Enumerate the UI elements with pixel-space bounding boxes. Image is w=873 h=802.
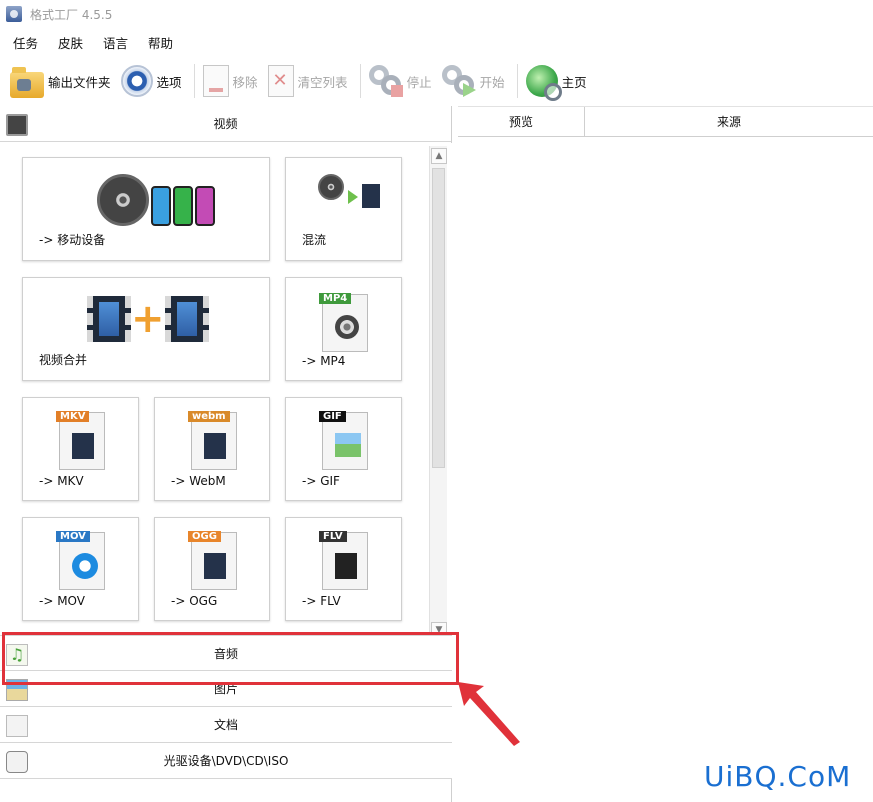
menu-language[interactable]: 语言 — [100, 31, 131, 54]
music-note-icon: ♫ — [6, 644, 28, 666]
video-scrollbar[interactable]: ▲ ▼ — [429, 146, 447, 640]
document-icon — [6, 715, 28, 737]
toolbar-divider — [193, 64, 195, 98]
picture-icon — [6, 679, 28, 701]
tile-mp4[interactable]: MP4 -> MP4 — [285, 277, 402, 381]
tile-mux[interactable]: 混流 — [285, 157, 402, 261]
mkv-file-icon: MKV — [56, 411, 105, 470]
folder-icon — [10, 67, 44, 98]
task-list-header: 预览 来源 — [458, 106, 873, 137]
tile-mov[interactable]: MOV -> MOV — [22, 517, 139, 621]
remove-file-icon — [202, 65, 229, 97]
gear-icon — [120, 65, 153, 97]
column-preview[interactable]: 预览 — [458, 107, 585, 136]
mux-icon — [318, 174, 380, 208]
category-video-header[interactable]: 视频 — [0, 106, 451, 142]
toolbar-divider — [359, 64, 361, 98]
tile-webm[interactable]: webm -> WebM — [154, 397, 270, 501]
disc-drive-icon — [6, 751, 28, 773]
mov-file-icon: MOV — [56, 531, 105, 590]
start-gears-icon — [441, 65, 476, 97]
toolbar-divider — [516, 64, 518, 98]
menu-bar: 任务 皮肤 语言 帮助 — [0, 30, 190, 54]
stop-gears-icon — [368, 65, 403, 97]
category-audio-header[interactable]: ♫ 音频 — [0, 635, 452, 671]
film-merge-icon: + — [87, 296, 209, 345]
menu-help[interactable]: 帮助 — [145, 31, 176, 54]
column-source[interactable]: 来源 — [585, 107, 873, 136]
tile-flv[interactable]: FLV -> FLV — [285, 517, 402, 621]
app-logo-icon — [6, 6, 22, 22]
title-bar: 格式工厂 4.5.5 — [0, 0, 873, 28]
output-folder-button[interactable]: 输出文件夹 — [10, 61, 111, 101]
video-tools-grid: -> 移动设备 混流 + 视频合并 MP4 -> MP4 MKV -> MKV … — [0, 143, 452, 635]
menu-task[interactable]: 任务 — [10, 31, 41, 54]
category-document-header[interactable]: 文档 — [0, 707, 452, 743]
scroll-up-icon[interactable]: ▲ — [431, 148, 447, 164]
webm-file-icon: webm — [188, 411, 237, 470]
video-clapper-icon — [6, 114, 28, 136]
globe-icon — [525, 65, 562, 101]
stop-button[interactable]: 停止 — [368, 61, 432, 101]
category-disc-header[interactable]: 光驱设备\DVD\CD\ISO — [0, 743, 452, 779]
tile-ogg[interactable]: OGG -> OGG — [154, 517, 270, 621]
film-reel-phones-icon — [97, 174, 215, 229]
menu-skin[interactable]: 皮肤 — [55, 31, 86, 54]
remove-button[interactable]: 移除 — [202, 61, 258, 101]
start-button[interactable]: 开始 — [441, 61, 505, 101]
scroll-thumb[interactable] — [432, 168, 445, 468]
gif-file-icon: GIF — [319, 411, 368, 470]
clear-list-button[interactable]: 清空列表 — [267, 61, 348, 101]
home-button[interactable]: 主页 — [525, 61, 587, 101]
category-picture-header[interactable]: 图片 — [0, 671, 452, 707]
tile-gif[interactable]: GIF -> GIF — [285, 397, 402, 501]
watermark: UiBQ.CoM — [704, 760, 852, 793]
task-list-panel: 预览 来源 — [458, 106, 873, 802]
category-panel: 视频 -> 移动设备 混流 + 视频合并 MP4 -> MP4 MKV -> M… — [0, 106, 452, 802]
tile-video-merge[interactable]: + 视频合并 — [22, 277, 270, 381]
toolbar: 输出文件夹 选项 移除 清空列表 停止 开始 主页 — [0, 58, 873, 104]
tile-mkv[interactable]: MKV -> MKV — [22, 397, 139, 501]
ogg-file-icon: OGG — [188, 531, 237, 590]
flv-file-icon: FLV — [319, 531, 368, 590]
mp4-file-icon: MP4 — [319, 293, 368, 352]
options-button[interactable]: 选项 — [120, 61, 182, 101]
clear-list-icon — [267, 65, 294, 97]
tile-mobile-device[interactable]: -> 移动设备 — [22, 157, 270, 261]
window-title: 格式工厂 4.5.5 — [30, 7, 113, 22]
